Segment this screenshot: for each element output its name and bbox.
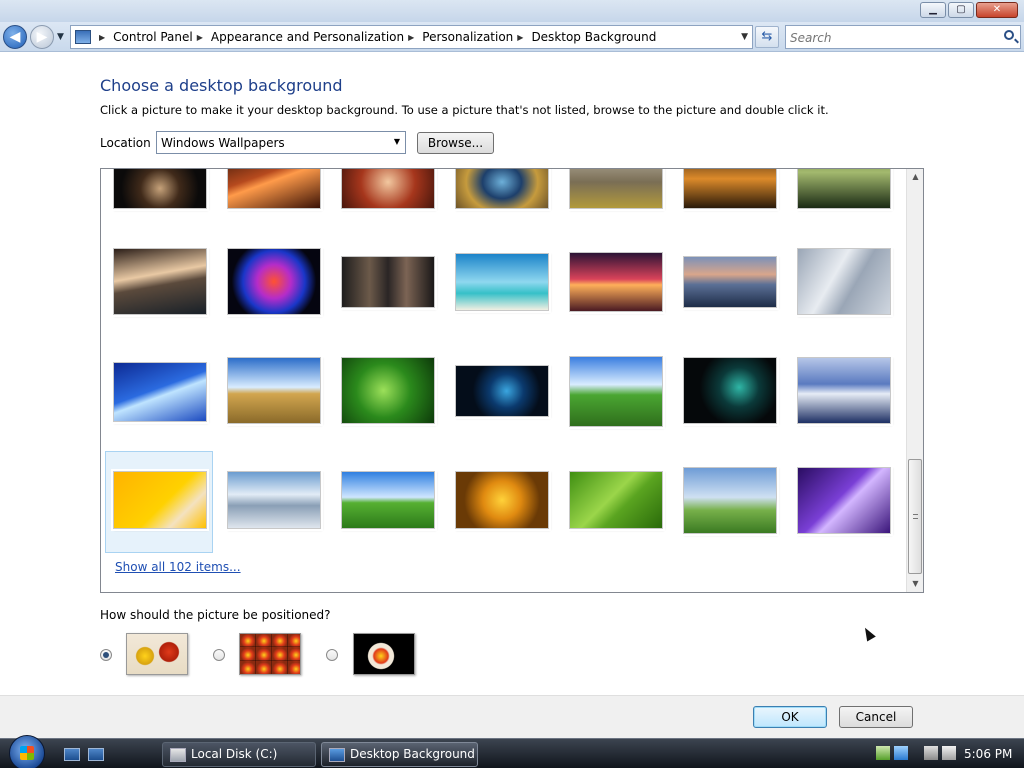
taskbar: Local Disk (C:) Desktop Background 5:06 … bbox=[0, 735, 1024, 768]
windows-logo-icon bbox=[20, 746, 34, 760]
address-dropdown-icon[interactable]: ▼ bbox=[741, 32, 748, 42]
chevron-right-icon[interactable]: ▶ bbox=[197, 33, 203, 42]
task-label: Local Disk (C:) bbox=[191, 747, 278, 761]
wallpaper-thumbnail[interactable] bbox=[795, 465, 893, 536]
wallpaper-thumbnail[interactable] bbox=[339, 355, 437, 426]
position-label: How should the picture be positioned? bbox=[100, 608, 331, 622]
wallpaper-thumbnail[interactable] bbox=[795, 246, 893, 317]
chevron-right-icon[interactable]: ▶ bbox=[408, 33, 414, 42]
position-tile-preview[interactable] bbox=[239, 633, 301, 675]
mouse-cursor-icon bbox=[858, 623, 878, 643]
ok-button[interactable]: OK bbox=[753, 706, 827, 728]
wallpaper-thumbnail[interactable] bbox=[225, 169, 323, 211]
control-panel-icon bbox=[75, 30, 91, 44]
wallpaper-thumbnail[interactable] bbox=[111, 360, 209, 424]
location-select[interactable]: Windows Wallpapers ▼ bbox=[156, 131, 406, 154]
window-controls: ▁ ▢ ✕ bbox=[920, 2, 1018, 18]
search-input[interactable] bbox=[790, 30, 990, 46]
update-icon[interactable] bbox=[876, 746, 890, 760]
wallpaper-thumbnail[interactable] bbox=[567, 169, 665, 211]
show-all-link[interactable]: Show all 102 items... bbox=[115, 560, 241, 574]
minimize-button[interactable]: ▁ bbox=[920, 2, 946, 18]
grip-icon bbox=[913, 514, 918, 519]
breadcrumb-personalization[interactable]: Personalization bbox=[422, 30, 513, 44]
wallpaper-thumbnail[interactable] bbox=[225, 469, 323, 531]
search-box[interactable] bbox=[785, 25, 1021, 49]
dialog-footer: OK Cancel bbox=[0, 695, 1024, 738]
back-button[interactable]: ◀ bbox=[3, 25, 27, 49]
page-title: Choose a desktop background bbox=[100, 76, 343, 95]
position-fill-radio[interactable] bbox=[100, 649, 112, 661]
start-button[interactable] bbox=[9, 735, 45, 768]
position-tile-radio[interactable] bbox=[213, 649, 225, 661]
switch-windows-icon[interactable] bbox=[88, 748, 104, 761]
breadcrumb-appearance[interactable]: Appearance and Personalization bbox=[211, 30, 404, 44]
position-fill-preview[interactable] bbox=[126, 633, 188, 675]
wallpaper-thumbnail[interactable] bbox=[111, 246, 209, 317]
show-desktop-icon[interactable] bbox=[64, 748, 80, 761]
browse-button[interactable]: Browse... bbox=[417, 132, 494, 154]
wallpaper-thumbnail[interactable] bbox=[567, 469, 665, 531]
scroll-up-icon[interactable]: ▲ bbox=[907, 169, 923, 185]
wallpaper-thumbnail[interactable] bbox=[681, 355, 779, 426]
chevron-down-icon: ▼ bbox=[393, 137, 400, 146]
wallpaper-thumbnail[interactable] bbox=[795, 355, 893, 426]
clock[interactable]: 5:06 PM bbox=[964, 747, 1012, 761]
wallpaper-thumbnail[interactable] bbox=[111, 169, 209, 211]
chevron-right-icon[interactable]: ▶ bbox=[99, 33, 105, 42]
history-dropdown-icon[interactable]: ▼ bbox=[57, 32, 64, 42]
wallpaper-thumbnail[interactable] bbox=[681, 169, 779, 211]
desktop-icon bbox=[329, 748, 345, 762]
taskbar-item-desktop-background[interactable]: Desktop Background bbox=[321, 742, 478, 767]
wallpaper-thumbnail[interactable] bbox=[225, 246, 323, 317]
chevron-right-icon[interactable]: ▶ bbox=[517, 33, 523, 42]
wallpaper-thumbnail[interactable] bbox=[339, 169, 437, 211]
title-bar: ▁ ▢ ✕ bbox=[0, 0, 1024, 22]
wallpaper-thumbnail[interactable] bbox=[453, 169, 551, 211]
maximize-button[interactable]: ▢ bbox=[948, 2, 974, 18]
forward-button[interactable]: ▶ bbox=[30, 25, 54, 49]
instructions-text: Click a picture to make it your desktop … bbox=[100, 103, 829, 117]
search-icon[interactable] bbox=[1004, 30, 1014, 40]
breadcrumb-desktop-background[interactable]: Desktop Background bbox=[531, 30, 656, 44]
wallpaper-thumbnail[interactable] bbox=[795, 169, 893, 211]
cancel-button[interactable]: Cancel bbox=[839, 706, 913, 728]
wallpaper-thumbnail[interactable] bbox=[681, 254, 779, 310]
wallpaper-thumbnail[interactable] bbox=[225, 355, 323, 426]
address-bar[interactable]: ▶ Control Panel ▶ Appearance and Persona… bbox=[70, 25, 753, 49]
task-label: Desktop Background bbox=[350, 747, 475, 761]
close-button[interactable]: ✕ bbox=[976, 2, 1018, 18]
wallpaper-thumbnail-selected[interactable] bbox=[111, 469, 209, 531]
wallpaper-thumbnail[interactable] bbox=[339, 254, 437, 310]
wallpaper-thumbnail[interactable] bbox=[567, 354, 665, 429]
drive-icon bbox=[170, 748, 186, 762]
arrow-left-icon: ◀ bbox=[9, 29, 21, 45]
breadcrumb-control-panel[interactable]: Control Panel bbox=[113, 30, 193, 44]
wallpaper-thumbnail[interactable] bbox=[453, 363, 551, 419]
location-value: Windows Wallpapers bbox=[161, 136, 285, 150]
wallpaper-thumbnail[interactable] bbox=[339, 469, 437, 531]
wallpaper-thumbnail[interactable] bbox=[453, 251, 551, 313]
scroll-down-icon[interactable]: ▼ bbox=[907, 576, 923, 592]
refresh-button[interactable]: ⇆ bbox=[755, 26, 779, 48]
position-center-preview[interactable] bbox=[353, 633, 415, 675]
location-label: Location bbox=[100, 136, 151, 150]
volume-muted-icon[interactable] bbox=[942, 746, 956, 760]
refresh-icon: ⇆ bbox=[761, 29, 773, 44]
arrow-right-icon: ▶ bbox=[36, 29, 48, 45]
wallpaper-thumbnail[interactable] bbox=[681, 465, 779, 536]
position-center-radio[interactable] bbox=[326, 649, 338, 661]
wallpaper-gallery: Show all 102 items... ▲ ▼ bbox=[100, 168, 924, 593]
taskbar-item-local-disk[interactable]: Local Disk (C:) bbox=[162, 742, 316, 767]
network-disconnected-icon[interactable] bbox=[924, 746, 938, 760]
wallpaper-thumbnail[interactable] bbox=[567, 250, 665, 314]
scrollbar-thumb[interactable] bbox=[908, 459, 922, 574]
wallpaper-thumbnail[interactable] bbox=[453, 469, 551, 531]
gallery-scrollbar[interactable]: ▲ ▼ bbox=[906, 169, 923, 592]
navigation-bar: ◀ ▶ ▼ ▶ Control Panel ▶ Appearance and P… bbox=[0, 22, 1024, 52]
network-icon[interactable] bbox=[894, 746, 908, 760]
